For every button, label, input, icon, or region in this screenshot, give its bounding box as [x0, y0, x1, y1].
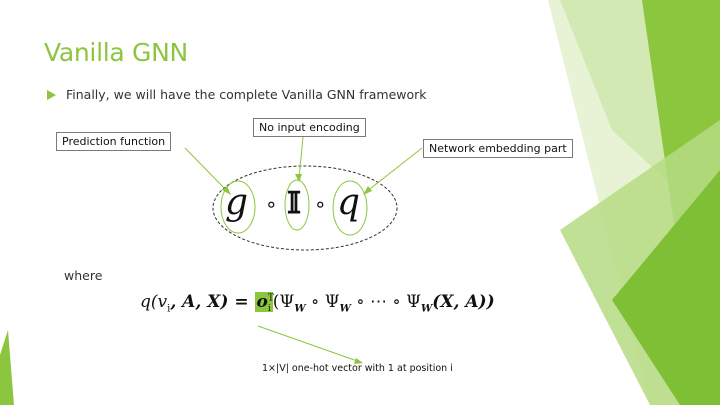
one-hot-highlight: oTi: [254, 292, 274, 315]
formula-rhs-sub2: W: [339, 303, 351, 315]
compose-symbol-1: ∘: [265, 192, 278, 216]
formula-lhs: q(v: [140, 292, 168, 312]
slide-title: Vanilla GNN: [44, 38, 188, 67]
one-hot-note: 1×|V| one-hot vector with 1 at position …: [262, 363, 453, 374]
compose-symbol-2: ∘: [314, 192, 327, 216]
formula: q(vi, A, X) = oTi (ΨW ∘ ΨW ∘ ⋯ ∘ ΨW(X, A)…: [140, 292, 495, 314]
arrow-no-input: [298, 136, 304, 179]
formula-o-sub: i: [267, 304, 271, 315]
bullet-text: Finally, we will have the complete Vanil…: [66, 87, 427, 102]
callout-prediction-function: Prediction function: [56, 132, 172, 151]
callout-no-input-encoding: No input encoding: [253, 118, 366, 137]
formula-lhs-rest: , A, X) =: [170, 292, 255, 312]
g-symbol: g: [225, 182, 249, 223]
arrow-network-embedding: [365, 147, 423, 193]
deco-shape-bottom-left: [0, 330, 14, 405]
formula-rhs-mid1: ∘ Ψ: [305, 292, 340, 312]
arrow-prediction: [184, 147, 229, 193]
identity-symbol: 𝕀: [287, 186, 302, 221]
callout-network-embedding: Network embedding part: [423, 139, 573, 158]
slide: Vanilla GNN Finally, we will have the co…: [0, 0, 720, 405]
where-label: where: [64, 268, 103, 283]
q-symbol: q: [337, 182, 361, 223]
formula-rhs-mid2: ∘ ⋯ ∘ Ψ: [350, 292, 422, 312]
formula-o: o: [256, 292, 268, 312]
bullet-item: Finally, we will have the complete Vanil…: [47, 87, 427, 102]
arrow-one-hot: [257, 325, 361, 363]
formula-rhs-end: (X, A)): [432, 292, 495, 312]
bullet-triangle-icon: [47, 89, 56, 100]
formula-rhs-sub1: W: [294, 303, 306, 315]
formula-rhs: (Ψ: [272, 292, 295, 312]
formula-rhs-sub3: W: [421, 303, 433, 315]
